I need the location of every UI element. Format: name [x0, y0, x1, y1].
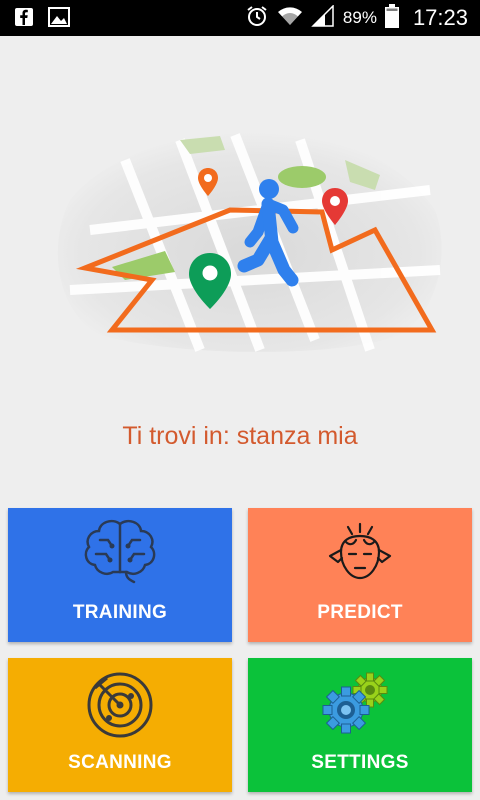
radar-icon	[85, 670, 155, 745]
clock: 17:23	[412, 5, 468, 30]
facebook-icon	[14, 7, 34, 32]
signal-icon	[311, 3, 335, 32]
gallery-icon	[48, 7, 70, 32]
battery-percent: 89%	[342, 8, 377, 27]
location-label: Ti trovi in: stanza mia	[122, 422, 358, 450]
alarm-icon	[245, 4, 269, 33]
map-illustration	[30, 120, 450, 360]
brain-icon	[82, 516, 158, 589]
thinking-head-icon	[324, 522, 396, 587]
wifi-icon	[277, 5, 303, 32]
scanning-label: SCANNING	[68, 752, 172, 773]
training-button[interactable]: TRAINING	[8, 508, 232, 642]
training-label: TRAINING	[72, 602, 168, 623]
settings-button[interactable]: SETTINGS	[248, 658, 472, 792]
settings-label: SETTINGS	[311, 752, 409, 773]
gears-icon	[318, 670, 394, 741]
battery-icon	[384, 3, 399, 33]
predict-label: PREDICT	[317, 602, 403, 623]
status-bar: 89% 17:23	[0, 0, 480, 36]
scanning-button[interactable]: SCANNING	[8, 658, 232, 792]
predict-button[interactable]: PREDICT	[248, 508, 472, 642]
